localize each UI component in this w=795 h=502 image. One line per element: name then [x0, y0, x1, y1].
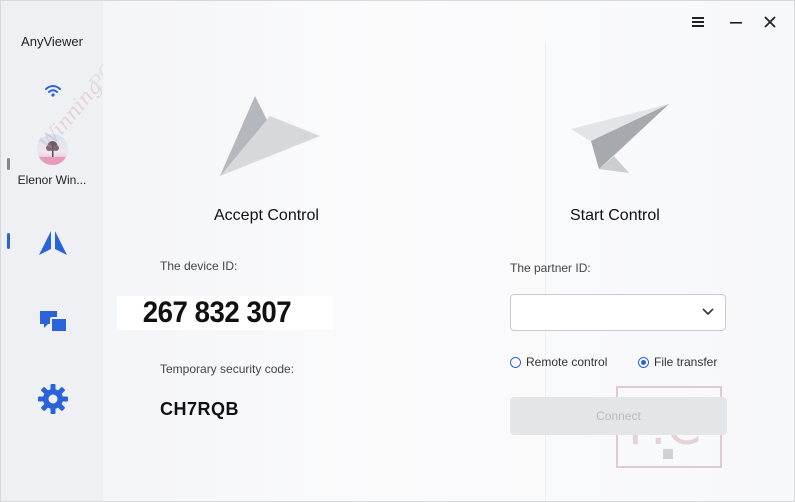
partner-id-label: The partner ID: [510, 261, 591, 275]
device-id-value: 267 832 307 [117, 296, 334, 330]
connect-button[interactable]: Connect [510, 397, 727, 435]
device-id-label: The device ID: [160, 259, 238, 273]
close-icon [764, 16, 776, 28]
paper-plane-left-icon [220, 96, 320, 176]
minimize-button[interactable] [724, 11, 748, 33]
radio-button-selected[interactable] [638, 356, 649, 368]
radio-remote-control[interactable]: Remote control [510, 355, 607, 369]
chevron-down-icon[interactable] [701, 307, 715, 317]
radio-label: File transfer [654, 355, 718, 369]
security-code-label: Temporary security code: [160, 362, 295, 376]
radio-label: Remote control [526, 355, 608, 369]
app-title: AnyViewer [21, 34, 83, 49]
security-code-value: CH7RQB [160, 399, 240, 419]
wifi-icon [45, 85, 61, 97]
close-button[interactable] [758, 11, 782, 33]
app-window: AnyViewer Elenor Win... Winning Accept C… [0, 0, 795, 502]
hamburger-icon [692, 17, 704, 27]
nav-remote-control[interactable] [31, 223, 75, 263]
accept-control-title: Accept Control [214, 207, 319, 224]
radio-file-transfer[interactable]: File transfer [638, 355, 717, 369]
anyviewer-logo-icon [39, 231, 67, 255]
scroll-indicator [7, 158, 10, 170]
partner-id-combobox[interactable] [510, 294, 726, 331]
nav-settings[interactable] [31, 379, 75, 419]
paper-plane-right-icon [571, 104, 669, 173]
start-control-title: Start Control [570, 207, 660, 224]
nav-devices[interactable] [31, 301, 75, 341]
user-name: Elenor Win... [17, 173, 87, 187]
menu-button[interactable] [686, 11, 710, 33]
tree-icon [37, 141, 68, 165]
active-nav-indicator [7, 233, 10, 249]
radio-button[interactable] [510, 356, 521, 368]
avatar[interactable] [37, 134, 68, 165]
sidebar: AnyViewer Elenor Win... Winning [1, 1, 121, 501]
gear-icon [38, 384, 68, 414]
devices-icon [40, 311, 68, 333]
minimize-icon [730, 22, 742, 24]
